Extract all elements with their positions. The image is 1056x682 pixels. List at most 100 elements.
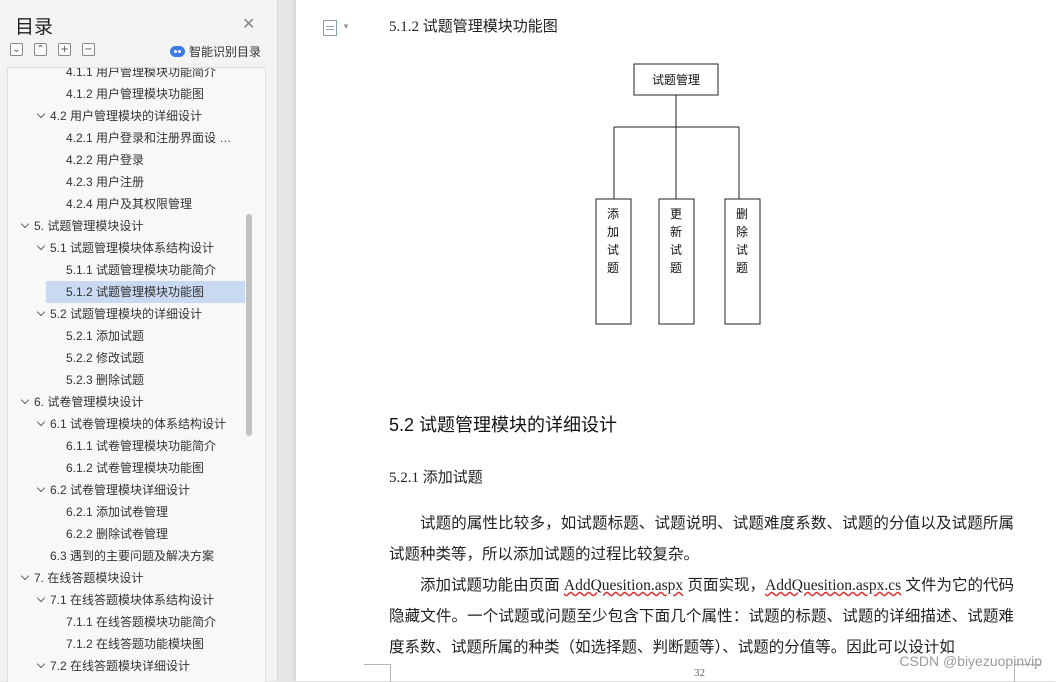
chevron-down-icon[interactable] [20, 571, 30, 581]
minus-icon[interactable]: − [82, 43, 95, 56]
toc-item[interactable]: 6.2.1 添加试卷管理 [8, 501, 248, 523]
diagram-child-label-char: 题 [607, 261, 619, 275]
toc-item-label: 6.3 遇到的主要问题及解决方案 [50, 549, 215, 563]
toc-item-label: 4.2 用户管理模块的详细设计 [50, 109, 203, 123]
diagram-child-label-char: 试 [607, 242, 619, 257]
toc-item-label: 7.2 在线答题模块详细设计 [50, 659, 191, 673]
watermark: CSDN @biyezuopinvip [899, 653, 1042, 669]
toc-item-label: 5.2.2 修改试题 [66, 351, 145, 365]
toc-item[interactable]: 4.2.4 用户及其权限管理 [8, 193, 248, 215]
toc-item-label: 7.1.1 在线答题模块功能简介 [66, 615, 217, 629]
toc-title: 目录 [15, 17, 54, 38]
toc-item-label: 5.1.2 试题管理模块功能图 [66, 285, 205, 299]
page-number: 32 [694, 667, 705, 679]
toc-item[interactable]: 5.1.2 试题管理模块功能图 [46, 281, 245, 303]
toc-item[interactable]: 5.1 试题管理模块体系结构设计 [8, 237, 248, 259]
smart-toc-button[interactable]: 智能识别目录 [170, 43, 261, 60]
toc-item-label: 5.2.3 删除试题 [66, 373, 145, 387]
toc-item-label: 4.2.1 用户登录和注册界面设 … [66, 131, 232, 145]
chevron-down-icon[interactable] [36, 659, 46, 669]
toc-list: 4.1.1 用户管理模块功能简介 4.1.2 用户管理模块功能图 4.2 用户管理模… [7, 67, 266, 682]
chevron-down-icon[interactable] [36, 483, 46, 493]
toc-item[interactable]: 6.1 试卷管理模块的体系结构设计 [8, 413, 248, 435]
toc-item[interactable]: 4.1.1 用户管理模块功能简介 [8, 67, 248, 83]
plus-icon[interactable]: + [58, 43, 71, 56]
toc-item[interactable]: 6.2 试卷管理模块详细设计 [8, 479, 248, 501]
diagram-child-label-char: 添 [607, 207, 619, 221]
toc-item-label: 5.1.1 试题管理模块功能简介 [66, 263, 217, 277]
toc-item[interactable]: 5.2 试题管理模块的详细设计 [8, 303, 248, 325]
diagram-child-label-char: 试 [670, 242, 682, 257]
chevron-down-icon[interactable] [36, 307, 46, 317]
function-diagram: 试题管理 添加试题 更新试题 删除试题 [595, 63, 761, 325]
para2-text: 页面实现， [683, 577, 766, 594]
chevron-down-icon[interactable] [36, 593, 46, 603]
toc-item-label: 6.1 试卷管理模块的体系结构设计 [50, 417, 227, 431]
toc-item[interactable]: 5.2.3 删除试题 [8, 369, 248, 391]
toc-item[interactable]: 6.1.2 试卷管理模块功能图 [8, 457, 248, 479]
section-heading-52: 5.2 试题管理模块的详细设计 [389, 415, 618, 435]
toc-item-label: 6.2 试卷管理模块详细设计 [50, 483, 191, 497]
toc-item[interactable]: 4.2.1 用户登录和注册界面设 … [8, 127, 248, 149]
toc-item-label: 4.2.2 用户登录 [66, 153, 145, 167]
section-heading-521: 5.2.1 添加试题 [389, 470, 483, 486]
diagram-child-label-char: 更 [670, 207, 682, 221]
toc-item[interactable]: 7. 在线答题模块设计 [8, 567, 248, 589]
chevron-down-icon[interactable] [36, 109, 46, 119]
toc-item[interactable]: 7.2 在线答题模块详细设计 [8, 655, 248, 677]
toc-item-label: 6.2.1 添加试卷管理 [66, 505, 169, 519]
expand-all-icon[interactable]: ⌄ [10, 43, 23, 56]
toc-item-label: 6.1.1 试卷管理模块功能简介 [66, 439, 217, 453]
toc-sidebar: 目录 ✕ ⌄ ⌃ + − 智能识别目录 4.1.1 用户管理模块功能简介 4.1.… [0, 0, 278, 682]
diagram-child-label-char: 删 [736, 207, 748, 221]
toc-item[interactable]: 6.1.1 试卷管理模块功能简介 [8, 435, 248, 457]
chevron-down-icon[interactable] [36, 417, 46, 427]
diagram-child-label-char: 题 [736, 261, 748, 275]
toc-item[interactable]: 5.2.2 修改试题 [8, 347, 248, 369]
close-icon[interactable]: ✕ [242, 14, 255, 34]
toc-item[interactable]: 4.2 用户管理模块的详细设计 [8, 105, 248, 127]
filename-aspx-cs: AddQuesition.aspx.cs [765, 577, 902, 594]
toc-toolbar: ⌄ ⌃ + − [10, 43, 95, 56]
toc-item[interactable]: 5.2.1 添加试题 [8, 325, 248, 347]
toc-item[interactable]: 5.1.1 试题管理模块功能简介 [8, 259, 248, 281]
collapse-all-icon[interactable]: ⌃ [34, 43, 47, 56]
toc-item-label: 5. 试题管理模块设计 [34, 219, 144, 233]
toc-item[interactable]: 7.1 在线答题模块体系结构设计 [8, 589, 248, 611]
toc-item-label: 5.2 试题管理模块的详细设计 [50, 307, 203, 321]
toc-item-label: 4.1.1 用户管理模块功能简介 [66, 67, 217, 79]
toc-scrollbar[interactable] [246, 214, 252, 436]
toc-item[interactable]: 4.2.2 用户登录 [8, 149, 248, 171]
chevron-down-icon[interactable] [36, 241, 46, 251]
body-paragraph-1: 试题的属性比较多，如试题标题、试题说明、试题难度系数、试题的分值以及试题所属试题… [389, 515, 1014, 563]
toc-item[interactable]: 7.1.2 在线答题功能模块图 [8, 633, 248, 655]
toc-item[interactable]: 6.3 遇到的主要问题及解决方案 [8, 545, 248, 567]
diagram-child-label-char: 试 [736, 242, 748, 257]
toc-item[interactable]: 4.2.3 用户注册 [8, 171, 248, 193]
body-paragraph-2: 添加试题功能由页面 AddQuesition.aspx 页面实现，AddQues… [389, 570, 1014, 663]
diagram-child-label-char: 题 [670, 261, 682, 275]
toc-item[interactable]: 4.1.2 用户管理模块功能图 [8, 83, 248, 105]
toc-item-label: 4.1.2 用户管理模块功能图 [66, 87, 205, 101]
document-page: ▼ 5.1.2 试题管理模块功能图 试题管理 添加试题更新试题删除试题 5.2 … [296, 0, 1056, 682]
toc-item[interactable]: 7.1.1 在线答题模块功能简介 [8, 611, 248, 633]
para2-text: 添加试题功能由页面 [420, 577, 564, 594]
toc-item-label: 7. 在线答题模块设计 [34, 571, 144, 585]
diagram-child-label-char: 除 [736, 224, 748, 239]
toc-item-label: 7.1 在线答题模块体系结构设计 [50, 593, 215, 607]
diagram-child-label-char: 加 [607, 225, 619, 239]
toc-item-label: 4.2.3 用户注册 [66, 175, 145, 189]
page-corner-mark [364, 664, 391, 682]
toc-item-label: 5.1 试题管理模块体系结构设计 [50, 241, 215, 255]
toc-item-label: 7.1.2 在线答题功能模块图 [66, 637, 205, 651]
chevron-down-icon[interactable] [20, 219, 30, 229]
toc-item[interactable]: 5. 试题管理模块设计 [8, 215, 248, 237]
toc-item-label: 6. 试卷管理模块设计 [34, 395, 144, 409]
toc-item[interactable]: 6.2.2 删除试卷管理 [8, 523, 248, 545]
toc-item-label: 6.2.2 删除试卷管理 [66, 527, 169, 541]
toc-item[interactable]: 6. 试卷管理模块设计 [8, 391, 248, 413]
filename-aspx: AddQuesition.aspx [563, 577, 684, 594]
chevron-down-icon[interactable] [20, 395, 30, 405]
document-area: ▼ 5.1.2 试题管理模块功能图 试题管理 添加试题更新试题删除试题 5.2 … [278, 0, 1056, 682]
ai-assistant-icon [170, 46, 185, 57]
